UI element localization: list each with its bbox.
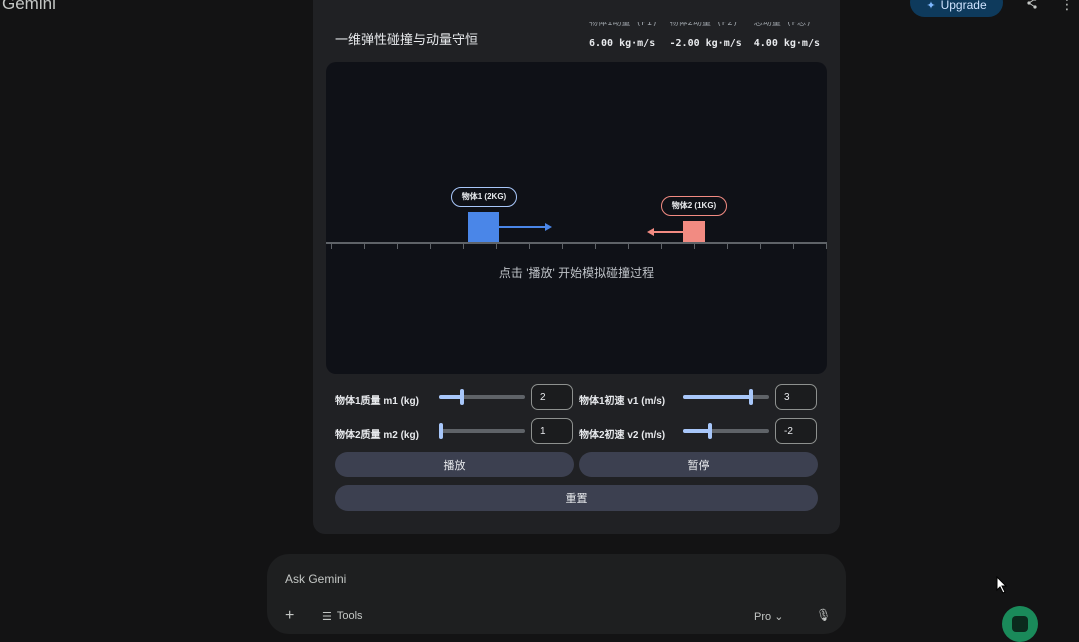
v1-slider[interactable]	[683, 389, 769, 405]
reset-button[interactable]: 重置	[335, 485, 818, 511]
m2-label: 物体2质量 m2 (kg)	[335, 430, 419, 441]
v2-slider[interactable]	[683, 423, 769, 439]
stat-p1: 物体1动量 (P1) 6.00 kg·m/s	[589, 22, 658, 49]
simulation-title: 一维弹性碰撞与动量守恒	[335, 32, 479, 47]
slider-thumb[interactable]	[460, 389, 464, 405]
object1-velocity-arrow	[499, 226, 545, 228]
object1-label: 物体1 (2KG)	[451, 187, 517, 207]
track-tick	[331, 244, 332, 249]
tools-button[interactable]: ☰ Tools	[322, 610, 363, 623]
assistant-badge-icon[interactable]	[1002, 606, 1038, 642]
upgrade-button[interactable]: ✦ Upgrade	[910, 0, 1003, 17]
track-tick	[595, 244, 596, 249]
m2-input[interactable]	[531, 418, 573, 444]
chevron-down-icon: ⌄	[774, 611, 784, 623]
v2-label: 物体2初速 v2 (m/s)	[579, 430, 666, 441]
stat-value: 6.00 kg·m/s	[589, 38, 656, 49]
track-tick	[793, 244, 794, 249]
track-tick	[529, 244, 530, 249]
m2-slider[interactable]	[439, 423, 525, 439]
track-tick	[628, 244, 629, 249]
tools-label: Tools	[336, 610, 363, 622]
stat-value: 4.00 kg·m/s	[753, 38, 820, 49]
ask-gemini-box[interactable]: Ask Gemini + ☰ Tools Pro ⌄ 🎙	[267, 554, 846, 634]
mouse-cursor-icon	[996, 576, 1008, 594]
track-tick	[496, 244, 497, 249]
m1-slider[interactable]	[439, 389, 525, 405]
slider-fill	[683, 395, 751, 399]
track-tick	[661, 244, 662, 249]
track-line	[326, 242, 827, 244]
track-tick	[760, 244, 761, 249]
track-tick	[430, 244, 431, 249]
stat-label: 物体1动量 (P1)	[589, 22, 658, 28]
stat-p2: 物体2动量 (P2) -2.00 kg·m/s	[670, 22, 742, 49]
add-attachment-icon[interactable]: +	[285, 607, 294, 625]
model-label: Pro	[754, 611, 772, 623]
track-tick	[364, 244, 365, 249]
m1-label: 物体1质量 m1 (kg)	[335, 396, 419, 407]
track-tick	[397, 244, 398, 249]
track-tick	[826, 244, 827, 249]
object2-velocity-arrow	[654, 231, 683, 233]
slider-thumb[interactable]	[749, 389, 753, 405]
object2-block[interactable]	[683, 221, 705, 242]
simulation-canvas: 物体1 (2KG) 物体2 (1KG) 点击 '播放' 开始模拟碰撞过程	[326, 62, 827, 374]
simulation-card: 一维弹性碰撞与动量守恒 物体1动量 (P1) 6.00 kg·m/s 物体2动量…	[313, 0, 840, 534]
stat-total: 总动量 (P总) 4.00 kg·m/s	[754, 22, 820, 49]
object1-block[interactable]	[468, 212, 499, 242]
simulation-hint: 点击 '播放' 开始模拟碰撞过程	[498, 266, 655, 280]
slider-fill	[439, 395, 462, 399]
upgrade-label: Upgrade	[940, 0, 987, 12]
slider-thumb[interactable]	[708, 423, 712, 439]
object2-label: 物体2 (1KG)	[661, 196, 727, 216]
microphone-icon[interactable]: 🎙	[816, 608, 831, 622]
stat-label: 物体2动量 (P2)	[669, 22, 739, 28]
stat-label: 总动量 (P总)	[753, 22, 812, 28]
stat-value: -2.00 kg·m/s	[669, 38, 742, 49]
momentum-stats: 物体1动量 (P1) 6.00 kg·m/s 物体2动量 (P2) -2.00 …	[589, 22, 820, 49]
v1-input[interactable]	[775, 384, 817, 410]
more-options-icon[interactable]: ⋮	[1060, 0, 1074, 13]
model-selector[interactable]: Pro ⌄	[754, 610, 783, 623]
pause-button[interactable]: 暂停	[579, 452, 818, 477]
play-button[interactable]: 播放	[335, 452, 574, 477]
track-tick	[694, 244, 695, 249]
track-tick	[463, 244, 464, 249]
sparkle-icon: ✦	[926, 0, 936, 12]
arrow-head-icon	[647, 228, 654, 236]
slider-thumb[interactable]	[439, 423, 443, 439]
slider-fill	[683, 429, 710, 433]
track-tick	[562, 244, 563, 249]
track-tick	[727, 244, 728, 249]
arrow-head-icon	[545, 223, 552, 231]
v1-label: 物体1初速 v1 (m/s)	[579, 396, 666, 407]
v2-input[interactable]	[775, 418, 817, 444]
tools-icon: ☰	[322, 611, 332, 623]
ask-input-placeholder[interactable]: Ask Gemini	[285, 572, 346, 586]
m1-input[interactable]	[531, 384, 573, 410]
share-icon[interactable]	[1026, 0, 1038, 12]
